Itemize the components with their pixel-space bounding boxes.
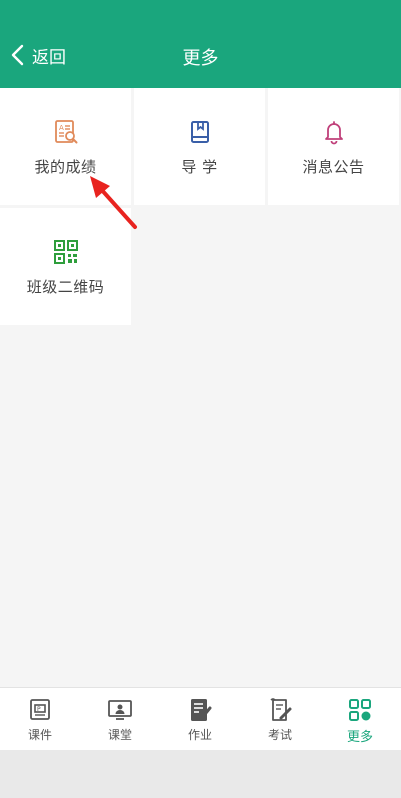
qr-code-icon — [52, 238, 80, 266]
more-grid-icon — [346, 696, 374, 724]
classroom-icon — [106, 696, 134, 724]
app-header: 返回 更多 — [0, 0, 401, 88]
more-content: A 我的成绩 导 学 消息公告 班级二维码 — [0, 88, 401, 687]
tile-label: 班级二维码 — [26, 278, 105, 296]
tab-label: 作业 — [187, 728, 212, 742]
tab-homework[interactable]: 作业 — [160, 688, 240, 750]
grade-report-icon: A — [52, 118, 80, 146]
homework-icon — [186, 696, 214, 724]
tab-more[interactable]: 更多 — [320, 688, 400, 750]
tile-guided-study[interactable]: 导 学 — [134, 88, 265, 205]
svg-text:P: P — [37, 706, 41, 713]
svg-text:A: A — [59, 124, 64, 132]
tab-classroom[interactable]: 课堂 — [80, 688, 160, 750]
bottom-tab-bar: P 课件 课堂 作业 考试 更多 — [0, 687, 401, 750]
exam-icon — [266, 696, 294, 724]
tab-label: 课件 — [27, 728, 52, 742]
tile-label: 导 学 — [181, 158, 218, 176]
tab-label: 课堂 — [107, 728, 132, 742]
bell-icon — [320, 118, 348, 146]
book-icon — [186, 118, 214, 146]
tab-exam[interactable]: 考试 — [240, 688, 320, 750]
courseware-icon: P — [26, 696, 54, 724]
annotation-arrow — [90, 176, 137, 229]
tab-label: 考试 — [267, 728, 292, 742]
page-title: 更多 — [182, 48, 219, 69]
system-area — [0, 750, 401, 798]
tab-courseware[interactable]: P 课件 — [0, 688, 80, 750]
tile-announcements[interactable]: 消息公告 — [268, 88, 399, 205]
tile-label: 消息公告 — [302, 158, 365, 176]
tab-label: 更多 — [346, 730, 373, 745]
